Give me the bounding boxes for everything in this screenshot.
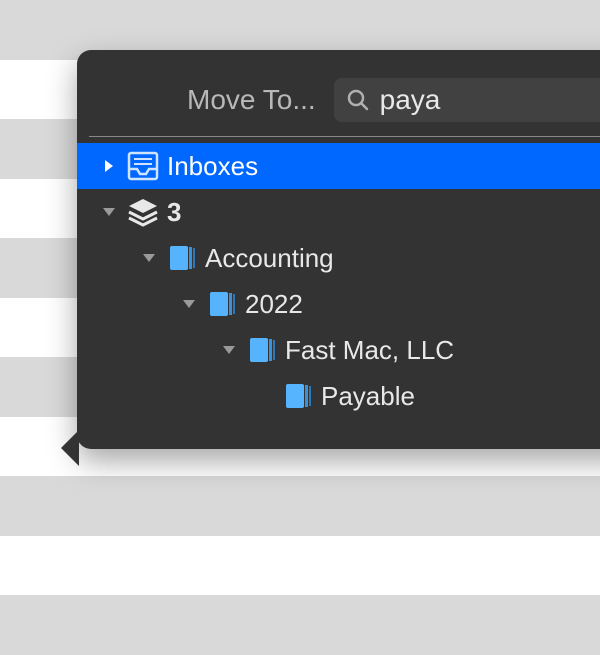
- move-to-popover: Move To... paya: [77, 50, 600, 449]
- chevron-down-icon[interactable]: [139, 248, 159, 268]
- tree-row-count[interactable]: 3: [77, 189, 600, 235]
- inbox-icon: [127, 151, 159, 181]
- folder-icon: [283, 381, 313, 411]
- popover-header: Move To... paya: [89, 50, 600, 137]
- tree-row-label: 3: [167, 197, 181, 228]
- chevron-down-icon[interactable]: [99, 202, 119, 222]
- tree-row-label: Fast Mac, LLC: [285, 335, 454, 366]
- folder-tree: Inboxes 3: [77, 137, 600, 419]
- popover-title: Move To...: [187, 84, 316, 116]
- tree-row-fastmac[interactable]: Fast Mac, LLC: [77, 327, 600, 373]
- tree-row-label: Payable: [321, 381, 415, 412]
- folder-icon: [167, 243, 197, 273]
- tree-row-label: Accounting: [205, 243, 334, 274]
- stack-icon: [127, 197, 159, 227]
- tree-row-label: Inboxes: [167, 151, 258, 182]
- search-value: paya: [380, 84, 441, 116]
- chevron-right-icon[interactable]: [99, 156, 119, 176]
- search-icon: [346, 88, 370, 112]
- tree-row-inboxes[interactable]: Inboxes: [77, 143, 600, 189]
- tree-row-accounting[interactable]: Accounting: [77, 235, 600, 281]
- tree-row-2022[interactable]: 2022: [77, 281, 600, 327]
- folder-icon: [247, 335, 277, 365]
- chevron-down-icon[interactable]: [179, 294, 199, 314]
- tree-row-payable[interactable]: Payable: [77, 373, 600, 419]
- chevron-down-icon[interactable]: [219, 340, 239, 360]
- folder-icon: [207, 289, 237, 319]
- search-input[interactable]: paya: [334, 78, 600, 122]
- tree-row-label: 2022: [245, 289, 303, 320]
